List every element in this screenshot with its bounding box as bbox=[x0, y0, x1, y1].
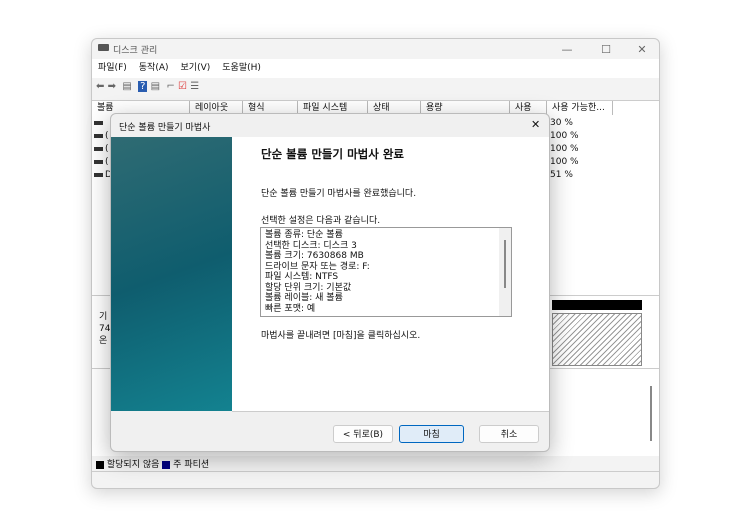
close-button[interactable]: ✕ bbox=[627, 43, 657, 56]
menu-view[interactable]: 보기(V) bbox=[181, 63, 211, 73]
menu-action[interactable]: 동작(A) bbox=[139, 63, 169, 73]
done-text: 단순 볼륨 만들기 마법사를 완료했습니다. bbox=[261, 189, 417, 199]
finish-button[interactable]: 마침 bbox=[399, 425, 464, 443]
scrollbar[interactable] bbox=[650, 386, 652, 441]
console-tree-icon[interactable]: ▤ bbox=[122, 81, 131, 92]
disk-label: 기 74 온 bbox=[99, 312, 111, 346]
wizard-heading: 단순 볼륨 만들기 마법사 완료 bbox=[261, 147, 404, 161]
minimize-button[interactable]: — bbox=[552, 43, 582, 56]
check-icon[interactable]: ☑ bbox=[178, 81, 187, 92]
legend: 할당되지 않음 주 파티션 bbox=[96, 457, 209, 470]
wizard-content: 단순 볼륨 만들기 마법사 완료 단순 볼륨 만들기 마법사를 완료했습니다. … bbox=[232, 137, 549, 412]
table-row[interactable]: ( bbox=[94, 156, 109, 169]
free-pct-values: 30 % 100 % 100 % 100 % 51 % bbox=[550, 118, 579, 180]
back-arrow-icon[interactable]: ⬅ bbox=[96, 81, 104, 92]
table-row[interactable]: ( bbox=[94, 143, 109, 156]
wizard-banner-image bbox=[111, 137, 232, 411]
toolbar: ⬅ ➡ ▤ ? ▤ ⌐ ☑ ☰ bbox=[96, 81, 199, 92]
summary-scrollbar[interactable] bbox=[499, 228, 511, 316]
unallocated-partition[interactable] bbox=[552, 313, 642, 366]
col-free-pct[interactable]: 사용 가능한... bbox=[547, 101, 613, 115]
unallocated-bar bbox=[552, 300, 642, 310]
forward-arrow-icon[interactable]: ➡ bbox=[108, 81, 116, 92]
dialog-close-button[interactable]: ✕ bbox=[531, 118, 540, 131]
menu-file[interactable]: 파일(F) bbox=[98, 63, 127, 73]
status-bar bbox=[92, 471, 659, 488]
disk-icon bbox=[98, 44, 109, 54]
window-title: 디스크 관리 bbox=[113, 46, 158, 56]
menu-help[interactable]: 도움말(H) bbox=[222, 63, 261, 73]
table-row[interactable] bbox=[94, 117, 105, 130]
help-icon[interactable]: ? bbox=[138, 81, 148, 92]
table-row[interactable]: ( bbox=[94, 130, 109, 143]
back-button[interactable]: < 뒤로(B) bbox=[333, 425, 393, 443]
cancel-button[interactable]: 취소 bbox=[479, 425, 539, 443]
connect-icon[interactable]: ⌐ bbox=[166, 81, 174, 92]
action-pane-icon[interactable]: ▤ bbox=[151, 81, 160, 92]
settings-summary[interactable]: 볼륨 종류: 단순 볼륨 선택한 디스크: 디스크 3 볼륨 크기: 7630868… bbox=[260, 227, 512, 317]
dialog-title: 단순 볼륨 만들기 마법사 bbox=[119, 123, 211, 133]
wizard-dialog: 단순 볼륨 만들기 마법사 ✕ 단순 볼륨 만들기 마법사 완료 단순 볼륨 만… bbox=[110, 113, 550, 452]
maximize-button[interactable]: ☐ bbox=[591, 43, 621, 56]
menu-bar: 파일(F) 동작(A) 보기(V) 도움말(H) bbox=[92, 59, 659, 78]
properties-icon[interactable]: ☰ bbox=[190, 81, 199, 92]
settings-label: 선택한 설정은 다음과 같습니다. bbox=[261, 216, 381, 226]
finish-hint: 마법사를 끝내려면 [마침]을 클릭하십시오. bbox=[261, 331, 421, 341]
